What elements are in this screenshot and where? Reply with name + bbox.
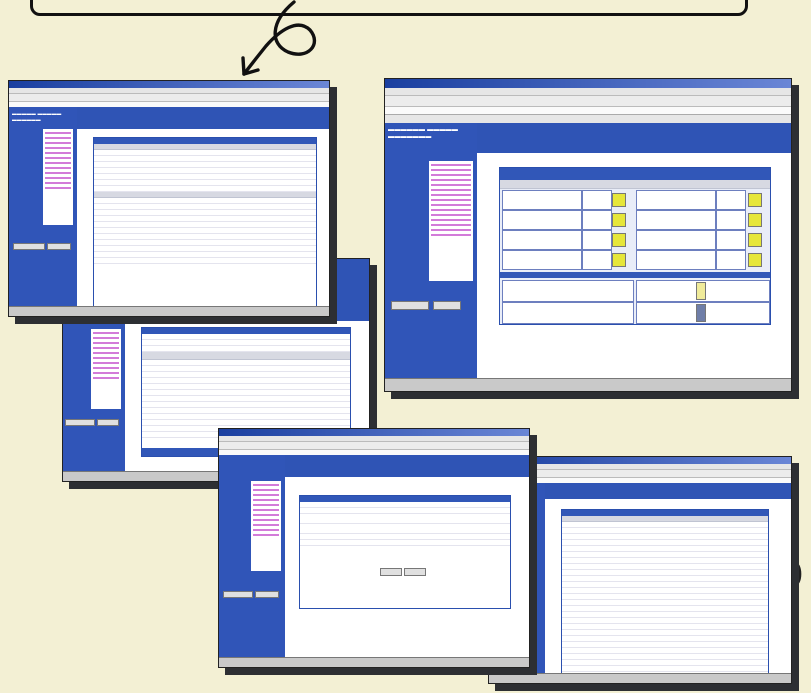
nav-menu[interactable] [429,161,473,281]
top-bracket [30,0,748,16]
app-logo: ▬▬▬▬▬▬ ▬▬▬▬▬ ▬▬▬▬▬▬▬ [388,127,459,140]
nav-menu[interactable] [43,129,73,225]
web-page: ▬▬▬▬▬ ▬▬▬▬▬ ▬▬▬▬▬▬ [9,107,329,311]
event-log-table [561,509,769,677]
select-button[interactable] [47,243,71,250]
select-button[interactable] [433,301,461,310]
page-header [285,455,529,477]
taskbar [219,657,529,667]
page-header [477,123,791,153]
app-logo: ▬▬▬▬▬ ▬▬▬▬▬ ▬▬▬▬▬▬ [12,111,62,122]
screenshot-event-setup [218,428,530,668]
select-input[interactable] [13,243,45,250]
screenshot-output-settings: ▬▬▬▬▬▬ ▬▬▬▬▬ ▬▬▬▬▬▬▬ [384,78,792,392]
partial-parenthesis: ) [792,556,804,591]
select-input[interactable] [223,591,253,598]
output-table [499,167,771,325]
event-form [299,495,511,609]
taskbar [385,378,791,391]
page-header [545,483,791,499]
screenshot-event-log [488,456,792,684]
save-button[interactable] [380,568,402,576]
browser-chrome [9,81,329,109]
web-page [219,455,529,658]
taskbar [489,673,791,683]
select-button[interactable] [97,419,119,426]
taskbar [9,306,329,316]
sidebar [219,455,285,658]
curly-arrow-icon [241,0,317,76]
select-button[interactable] [255,591,279,598]
sidebar: ▬▬▬▬▬▬ ▬▬▬▬▬ ▬▬▬▬▬▬▬ [385,123,477,382]
nav-menu[interactable] [91,329,121,409]
nav-menu[interactable] [251,481,281,571]
status-table [93,137,317,311]
select-input[interactable] [65,419,95,426]
web-page [489,483,791,677]
sidebar: ▬▬▬▬▬ ▬▬▬▬▬ ▬▬▬▬▬▬ [9,107,77,307]
web-page: ▬▬▬▬▬▬ ▬▬▬▬▬ ▬▬▬▬▬▬▬ [385,123,791,382]
page-header [77,107,329,129]
browser-chrome [385,79,791,126]
browser-chrome [489,457,791,485]
screenshot-system-status: ▬▬▬▬▬ ▬▬▬▬▬ ▬▬▬▬▬▬ [8,80,330,317]
cancel-button[interactable] [404,568,426,576]
select-input[interactable] [391,301,429,310]
browser-chrome [219,429,529,457]
